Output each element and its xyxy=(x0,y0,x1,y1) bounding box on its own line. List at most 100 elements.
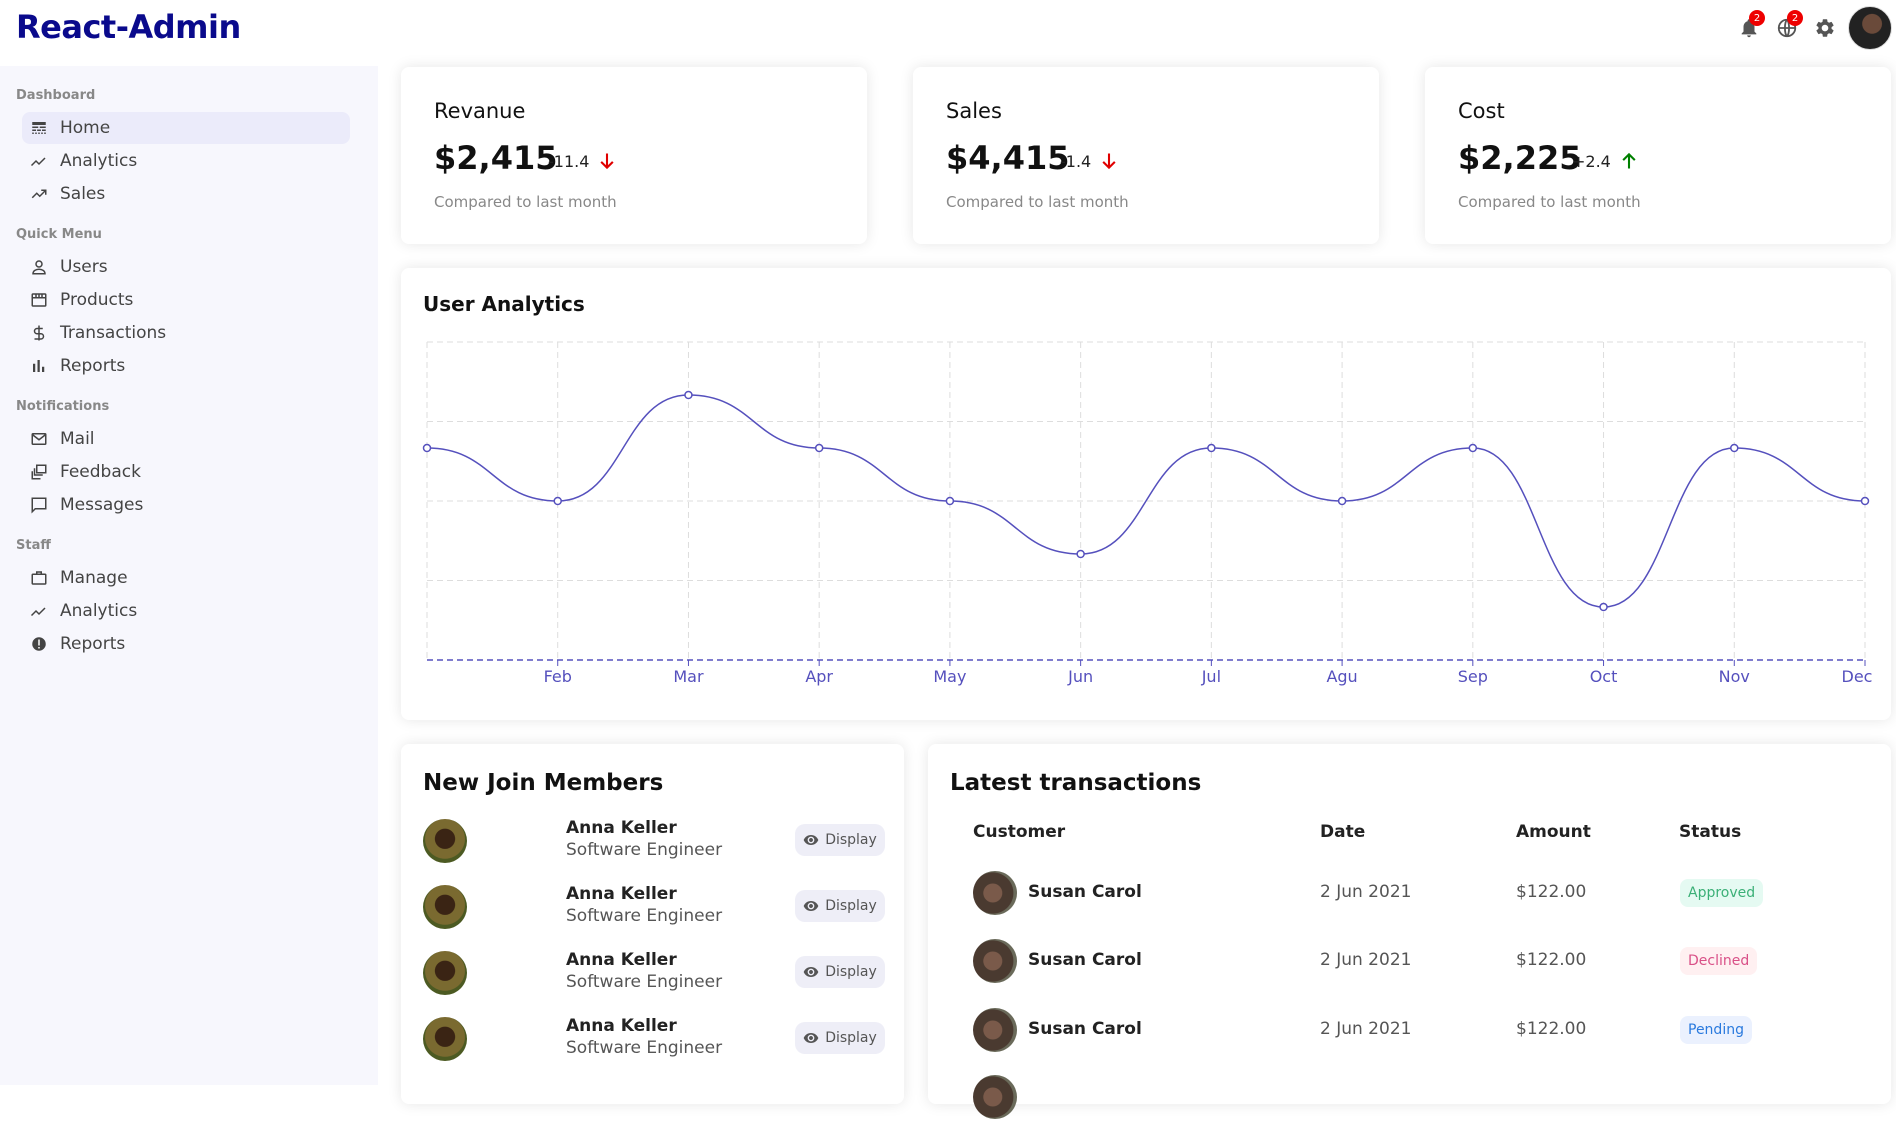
sidebar-item-label: Products xyxy=(60,290,134,310)
status-badge[interactable]: Declined xyxy=(1680,947,1758,975)
trending-up-icon xyxy=(31,189,47,199)
timeline-icon xyxy=(30,607,46,617)
dollar-icon xyxy=(33,325,45,341)
customer-name: Susan Carol xyxy=(1028,882,1142,902)
sidebar-section-notifications: Notifications xyxy=(16,399,110,414)
data-point xyxy=(1730,443,1739,453)
x-tick-label: Oct xyxy=(1590,667,1618,686)
featured-value: $4,415 xyxy=(946,139,1070,177)
data-point xyxy=(684,390,693,400)
data-point xyxy=(1337,496,1347,506)
featured-title: Revanue xyxy=(434,99,526,123)
sidebar-item-staff-analytics[interactable]: Analytics xyxy=(22,595,350,627)
featured-rate-value: -11.4 xyxy=(548,151,590,171)
notifications-badge: 2 xyxy=(1749,10,1765,26)
featured-title: Cost xyxy=(1458,99,1505,123)
eye-icon xyxy=(803,901,819,911)
column-header-customer: Customer xyxy=(973,822,1066,842)
sidebar-item-staff-reports[interactable]: Reports xyxy=(22,628,350,660)
timeline-icon xyxy=(30,157,46,167)
member-name: Anna Keller xyxy=(566,884,677,904)
settings-button[interactable] xyxy=(1806,9,1844,47)
transaction-date: 2 Jun 2021 xyxy=(1320,950,1412,970)
member-item: Anna Keller Software Engineer Display xyxy=(423,1014,885,1064)
featured-value: $2,225 xyxy=(1458,139,1582,177)
featured-card-sales: Sales $4,415 -1.4 Compared to last month xyxy=(913,67,1379,244)
display-button[interactable]: Display xyxy=(795,890,885,922)
sidebar-item-label: Transactions xyxy=(60,323,167,343)
sidebar-item-manage[interactable]: Manage xyxy=(22,562,350,594)
table-row: Susan Carol 2 Jun 2021 $122.00 Approved xyxy=(928,860,1888,920)
notifications-button[interactable]: 2 xyxy=(1730,9,1768,47)
customer-name: Susan Carol xyxy=(1028,950,1142,970)
featured-sub: Compared to last month xyxy=(434,193,617,211)
display-button-label: Display xyxy=(825,898,877,914)
person-icon xyxy=(32,260,46,275)
language-badge: 2 xyxy=(1787,10,1803,26)
sidebar-item-reports[interactable]: Reports xyxy=(22,350,350,382)
data-point xyxy=(1207,443,1216,453)
sidebar-item-label: Mail xyxy=(60,429,95,449)
display-button[interactable]: Display xyxy=(795,956,885,988)
x-tick-label: Nov xyxy=(1719,667,1750,686)
sidebar-item-feedback[interactable]: Feedback xyxy=(22,456,350,488)
sidebar-item-products[interactable]: Products xyxy=(22,284,350,316)
data-point xyxy=(422,443,432,453)
transaction-date: 2 Jun 2021 xyxy=(1320,882,1412,902)
sidebar-item-transactions[interactable]: Transactions xyxy=(22,317,350,349)
featured-card-revenue: Revanue $2,415 -11.4 Compared to last mo… xyxy=(401,67,867,244)
transaction-date: 2 Jun 2021 xyxy=(1320,1019,1412,1039)
x-tick-label: Feb xyxy=(544,667,572,686)
customer-name: Susan Carol xyxy=(1028,1019,1142,1039)
sidebar-item-analytics[interactable]: Analytics xyxy=(22,145,350,177)
storefront-icon xyxy=(31,293,47,307)
status-badge[interactable]: Pending xyxy=(1680,1016,1752,1044)
member-avatar xyxy=(423,819,467,863)
display-button[interactable]: Display xyxy=(795,1022,885,1054)
language-button[interactable]: 2 xyxy=(1768,9,1806,47)
member-job: Software Engineer xyxy=(566,1038,723,1058)
member-job: Software Engineer xyxy=(566,840,723,860)
display-button[interactable]: Display xyxy=(795,824,885,856)
featured-rate-value: -1.4 xyxy=(1060,151,1092,171)
sidebar-item-label: Reports xyxy=(60,634,126,654)
data-point xyxy=(814,443,824,453)
app-logo[interactable]: React-Admin xyxy=(16,8,241,46)
column-header-status: Status xyxy=(1679,822,1742,842)
display-button-label: Display xyxy=(825,964,877,980)
x-tick-label: May xyxy=(933,667,966,686)
data-point xyxy=(1860,496,1870,506)
sidebar: Dashboard Home Analytics Sales Quick Men… xyxy=(0,66,378,1085)
chat-bubble-icon xyxy=(31,497,47,514)
transaction-amount: $122.00 xyxy=(1516,1019,1587,1039)
featured-rate: -1.4 xyxy=(1060,151,1119,171)
arrow-up-icon xyxy=(1622,152,1636,169)
sidebar-item-label: Feedback xyxy=(60,462,141,482)
user-analytics-chart: User Analytics Feb Mar Apr May Jun Jul Agu Sep O… xyxy=(401,268,1891,720)
display-button-label: Display xyxy=(825,832,877,848)
x-tick-label: Apr xyxy=(805,667,833,686)
member-job: Software Engineer xyxy=(566,906,723,926)
x-tick-label: Sep xyxy=(1458,667,1488,686)
sidebar-item-home[interactable]: Home xyxy=(22,112,350,144)
sidebar-item-label: Home xyxy=(60,118,111,138)
sidebar-item-mail[interactable]: Mail xyxy=(22,423,350,455)
x-tick-label: Jul xyxy=(1201,667,1221,686)
data-point xyxy=(1076,549,1085,559)
featured-rate: +2.4 xyxy=(1572,151,1639,171)
status-badge[interactable]: Approved xyxy=(1680,879,1764,907)
sidebar-item-label: Sales xyxy=(60,184,106,204)
sidebar-item-users[interactable]: Users xyxy=(22,251,350,283)
data-point xyxy=(553,496,562,506)
display-button-label: Display xyxy=(825,1030,877,1046)
featured-value: $2,415 xyxy=(434,139,558,177)
member-avatar xyxy=(423,1017,467,1061)
member-name: Anna Keller xyxy=(566,950,677,970)
transactions-title: Latest transactions xyxy=(950,770,1202,796)
sidebar-item-messages[interactable]: Messages xyxy=(22,489,350,521)
topbar: React-Admin 2 2 xyxy=(0,0,1896,66)
settings-icon xyxy=(1816,19,1834,37)
user-avatar[interactable] xyxy=(1848,6,1892,50)
sidebar-item-sales[interactable]: Sales xyxy=(22,178,350,210)
member-item: Anna Keller Software Engineer Display xyxy=(423,948,885,998)
